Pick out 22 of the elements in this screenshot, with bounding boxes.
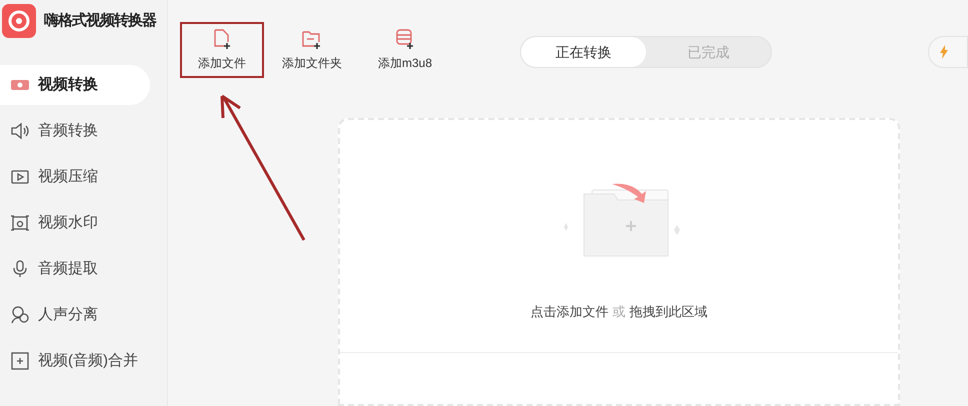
lightning-icon bbox=[939, 45, 949, 59]
boost-button[interactable] bbox=[928, 36, 968, 68]
merge-icon bbox=[10, 351, 30, 371]
drop-hint: 拖拽到此区域 bbox=[630, 303, 708, 321]
sidebar-item[interactable]: 视频(音频)合并 bbox=[0, 341, 150, 381]
drop-hint-or: 或 bbox=[612, 303, 626, 321]
sidebar-item[interactable]: 视频水印 bbox=[0, 203, 150, 243]
sidebar-item[interactable]: 视频压缩 bbox=[0, 157, 150, 197]
drop-hint: 点击添加文件 bbox=[530, 303, 608, 321]
toolbar-button[interactable]: 添加文件 bbox=[180, 22, 264, 78]
sidebar-item[interactable]: 视频转换 bbox=[0, 65, 150, 105]
toolbar-button[interactable]: 添加文件夹 bbox=[264, 22, 360, 78]
speaker-icon bbox=[10, 121, 30, 141]
app-title: 嗨格式视频转换器 bbox=[44, 10, 156, 31]
sidebar-item[interactable]: 音频转换 bbox=[0, 111, 150, 151]
tab[interactable]: 正在转换 bbox=[521, 37, 646, 67]
watermark-icon bbox=[10, 213, 30, 233]
voice-icon bbox=[10, 305, 30, 325]
sidebar-item[interactable]: 人声分离 bbox=[0, 295, 150, 335]
sidebar-item[interactable]: 音频提取 bbox=[0, 249, 150, 289]
toolbar-button[interactable]: 添加m3u8 bbox=[360, 22, 450, 78]
drop-zone[interactable]: 点击添加文件 或 拖拽到此区域 bbox=[338, 118, 900, 406]
